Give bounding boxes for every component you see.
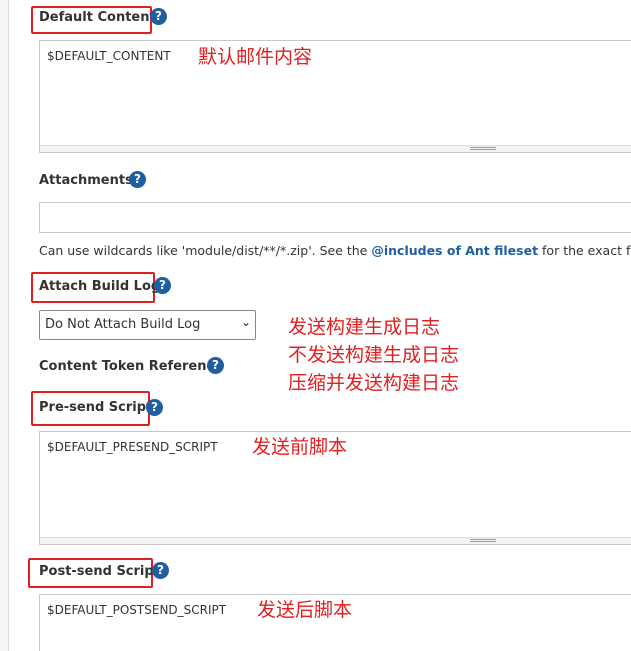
attach-build-log-selected: Do Not Attach Build Log <box>45 317 201 332</box>
default-content-label: Default Content <box>39 10 156 25</box>
attach-build-log-select[interactable]: Do Not Attach Build Log ⌄ <box>39 310 256 340</box>
post-send-script-label: Post-send Script <box>39 564 160 579</box>
default-content-textarea[interactable]: $DEFAULT_CONTENT <box>39 40 631 153</box>
attachments-hint-suffix: for the exact form <box>542 243 631 258</box>
left-gutter <box>0 0 9 651</box>
help-icon[interactable]: ? <box>152 562 169 579</box>
annotation-pre-send-script: 发送前脚本 <box>252 436 348 458</box>
help-icon[interactable]: ? <box>154 277 171 294</box>
annotation-build-log-option-1: 发送构建生成日志 <box>288 316 441 338</box>
help-icon[interactable]: ? <box>150 8 167 25</box>
post-send-script-value: $DEFAULT_POSTSEND_SCRIPT <box>47 603 227 617</box>
annotation-build-log-option-2: 不发送构建生成日志 <box>288 344 460 366</box>
help-icon[interactable]: ? <box>207 357 224 374</box>
annotation-post-send-script: 发送后脚本 <box>257 599 353 621</box>
chevron-down-icon: ⌄ <box>240 315 251 329</box>
annotation-default-content: 默认邮件内容 <box>198 46 313 68</box>
content-token-reference-label: Content Token Reference <box>39 359 224 374</box>
attachments-hint: Can use wildcards like 'module/dist/**/*… <box>39 243 631 258</box>
resize-handle[interactable] <box>40 537 631 544</box>
ant-fileset-link[interactable]: @includes of Ant fileset <box>371 243 538 258</box>
attachments-hint-text: Can use wildcards like 'module/dist/**/*… <box>39 243 372 258</box>
help-icon[interactable]: ? <box>146 399 163 416</box>
help-icon[interactable]: ? <box>129 171 146 188</box>
pre-send-script-label: Pre-send Script <box>39 400 153 415</box>
attach-build-log-label: Attach Build Log <box>39 279 161 294</box>
attachments-label: Attachments <box>39 173 133 188</box>
attachments-input[interactable] <box>39 202 631 233</box>
pre-send-script-value: $DEFAULT_PRESEND_SCRIPT <box>47 440 218 454</box>
default-content-value: $DEFAULT_CONTENT <box>47 49 171 63</box>
annotation-build-log-option-3: 压缩并发送构建日志 <box>288 372 460 394</box>
resize-handle[interactable] <box>40 145 631 152</box>
